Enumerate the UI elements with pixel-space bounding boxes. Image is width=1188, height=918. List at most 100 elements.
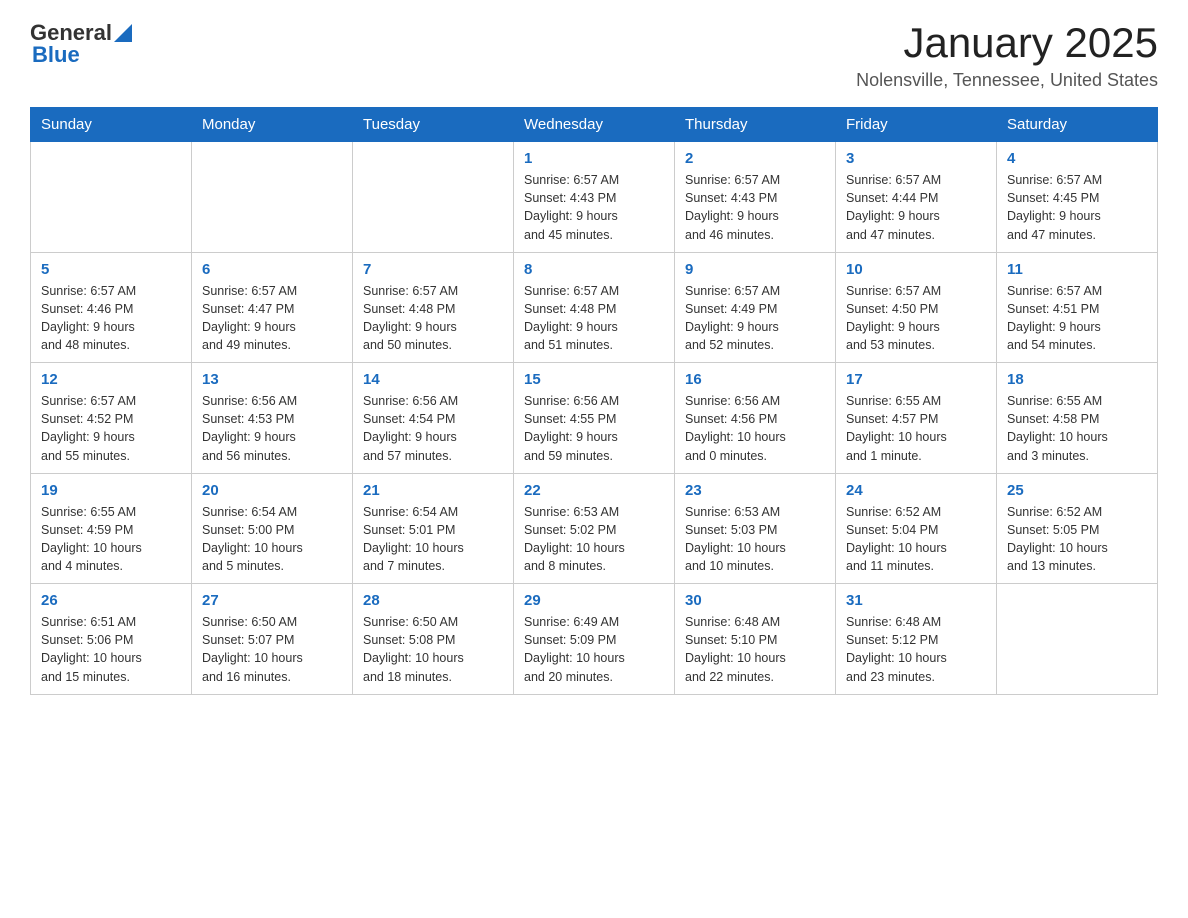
calendar-cell: 7 Sunrise: 6:57 AM Sunset: 4:48 PM Daylig… xyxy=(353,252,514,363)
day-number: 18 xyxy=(1007,371,1147,388)
calendar-cell: 18 Sunrise: 6:55 AM Sunset: 4:58 PM Dayli… xyxy=(997,363,1158,474)
day-info: Sunrise: 6:57 AM Sunset: 4:49 PM Dayligh… xyxy=(685,282,825,355)
day-info: Sunrise: 6:57 AM Sunset: 4:50 PM Dayligh… xyxy=(846,282,986,355)
logo-blue-text: Blue xyxy=(32,42,80,68)
calendar-cell: 5Sunrise: 6:57 AM Sunset: 4:46 PM Daylig… xyxy=(31,252,192,363)
day-info: Sunrise: 6:57 AM Sunset: 4:45 PM Dayligh… xyxy=(1007,171,1147,244)
week-row-5: 26 Sunrise: 6:51 AM Sunset: 5:06 PM Dayli… xyxy=(31,584,1158,695)
weekday-header-saturday: Saturday xyxy=(997,108,1158,142)
calendar-cell xyxy=(997,584,1158,695)
day-info: Sunrise: 6:51 AM Sunset: 5:06 PM Dayligh… xyxy=(41,613,181,686)
day-info: Sunrise: 6:57 AM Sunset: 4:51 PM Dayligh… xyxy=(1007,282,1147,355)
day-number: 31 xyxy=(846,592,986,609)
day-number: 30 xyxy=(685,592,825,609)
calendar-cell: 27 Sunrise: 6:50 AM Sunset: 5:07 PM Dayli… xyxy=(192,584,353,695)
day-info: Sunrise: 6:54 AM Sunset: 5:01 PM Dayligh… xyxy=(363,503,503,576)
weekday-header-tuesday: Tuesday xyxy=(353,108,514,142)
day-number: 21 xyxy=(363,482,503,499)
day-number: 23 xyxy=(685,482,825,499)
day-info: Sunrise: 6:56 AM Sunset: 4:54 PM Dayligh… xyxy=(363,392,503,465)
calendar-cell: 19Sunrise: 6:55 AM Sunset: 4:59 PM Dayli… xyxy=(31,473,192,584)
calendar-cell: 24Sunrise: 6:52 AM Sunset: 5:04 PM Dayli… xyxy=(836,473,997,584)
day-number: 12 xyxy=(41,371,181,388)
day-info: Sunrise: 6:49 AM Sunset: 5:09 PM Dayligh… xyxy=(524,613,664,686)
calendar-table: SundayMondayTuesdayWednesdayThursdayFrid… xyxy=(30,107,1158,695)
page-header: General Blue January 2025 Nolensville, T… xyxy=(30,20,1158,91)
calendar-cell: 21 Sunrise: 6:54 AM Sunset: 5:01 PM Dayli… xyxy=(353,473,514,584)
day-number: 2 xyxy=(685,150,825,167)
calendar-cell: 31 Sunrise: 6:48 AM Sunset: 5:12 PM Dayli… xyxy=(836,584,997,695)
location: Nolensville, Tennessee, United States xyxy=(856,70,1158,91)
day-info: Sunrise: 6:50 AM Sunset: 5:08 PM Dayligh… xyxy=(363,613,503,686)
day-number: 29 xyxy=(524,592,664,609)
calendar-cell: 14Sunrise: 6:56 AM Sunset: 4:54 PM Dayli… xyxy=(353,363,514,474)
title-section: January 2025 Nolensville, Tennessee, Uni… xyxy=(856,20,1158,91)
day-number: 25 xyxy=(1007,482,1147,499)
calendar-cell: 29 Sunrise: 6:49 AM Sunset: 5:09 PM Dayli… xyxy=(514,584,675,695)
day-info: Sunrise: 6:48 AM Sunset: 5:12 PM Dayligh… xyxy=(846,613,986,686)
day-number: 10 xyxy=(846,261,986,278)
day-number: 16 xyxy=(685,371,825,388)
day-number: 1 xyxy=(524,150,664,167)
day-number: 6 xyxy=(202,261,342,278)
day-number: 13 xyxy=(202,371,342,388)
calendar-cell: 12 Sunrise: 6:57 AM Sunset: 4:52 PM Dayli… xyxy=(31,363,192,474)
day-number: 20 xyxy=(202,482,342,499)
weekday-header-row: SundayMondayTuesdayWednesdayThursdayFrid… xyxy=(31,108,1158,142)
calendar-cell: 10 Sunrise: 6:57 AM Sunset: 4:50 PM Dayli… xyxy=(836,252,997,363)
logo: General Blue xyxy=(30,20,132,68)
day-number: 17 xyxy=(846,371,986,388)
weekday-header-wednesday: Wednesday xyxy=(514,108,675,142)
day-number: 27 xyxy=(202,592,342,609)
calendar-cell: 13 Sunrise: 6:56 AM Sunset: 4:53 PM Dayli… xyxy=(192,363,353,474)
month-title: January 2025 xyxy=(856,20,1158,66)
calendar-cell: 16Sunrise: 6:56 AM Sunset: 4:56 PM Dayli… xyxy=(675,363,836,474)
calendar-cell xyxy=(353,142,514,253)
calendar-cell: 25 Sunrise: 6:52 AM Sunset: 5:05 PM Dayli… xyxy=(997,473,1158,584)
calendar-cell: 22Sunrise: 6:53 AM Sunset: 5:02 PM Dayli… xyxy=(514,473,675,584)
day-number: 5 xyxy=(41,261,181,278)
day-info: Sunrise: 6:50 AM Sunset: 5:07 PM Dayligh… xyxy=(202,613,342,686)
calendar-cell: 26 Sunrise: 6:51 AM Sunset: 5:06 PM Dayli… xyxy=(31,584,192,695)
weekday-header-monday: Monday xyxy=(192,108,353,142)
calendar-cell: 2 Sunrise: 6:57 AM Sunset: 4:43 PM Daylig… xyxy=(675,142,836,253)
day-number: 8 xyxy=(524,261,664,278)
day-number: 28 xyxy=(363,592,503,609)
day-info: Sunrise: 6:55 AM Sunset: 4:57 PM Dayligh… xyxy=(846,392,986,465)
day-info: Sunrise: 6:57 AM Sunset: 4:48 PM Dayligh… xyxy=(524,282,664,355)
calendar-cell xyxy=(31,142,192,253)
day-info: Sunrise: 6:54 AM Sunset: 5:00 PM Dayligh… xyxy=(202,503,342,576)
day-number: 9 xyxy=(685,261,825,278)
calendar-cell: 23 Sunrise: 6:53 AM Sunset: 5:03 PM Dayli… xyxy=(675,473,836,584)
week-row-1: 1 Sunrise: 6:57 AM Sunset: 4:43 PM Daylig… xyxy=(31,142,1158,253)
day-number: 26 xyxy=(41,592,181,609)
day-info: Sunrise: 6:55 AM Sunset: 4:58 PM Dayligh… xyxy=(1007,392,1147,465)
calendar-cell: 4Sunrise: 6:57 AM Sunset: 4:45 PM Daylig… xyxy=(997,142,1158,253)
day-info: Sunrise: 6:57 AM Sunset: 4:52 PM Dayligh… xyxy=(41,392,181,465)
day-info: Sunrise: 6:57 AM Sunset: 4:48 PM Dayligh… xyxy=(363,282,503,355)
day-info: Sunrise: 6:52 AM Sunset: 5:04 PM Dayligh… xyxy=(846,503,986,576)
day-info: Sunrise: 6:57 AM Sunset: 4:43 PM Dayligh… xyxy=(685,171,825,244)
calendar-cell: 8 Sunrise: 6:57 AM Sunset: 4:48 PM Daylig… xyxy=(514,252,675,363)
day-info: Sunrise: 6:57 AM Sunset: 4:44 PM Dayligh… xyxy=(846,171,986,244)
day-number: 11 xyxy=(1007,261,1147,278)
day-number: 22 xyxy=(524,482,664,499)
day-number: 7 xyxy=(363,261,503,278)
day-info: Sunrise: 6:53 AM Sunset: 5:03 PM Dayligh… xyxy=(685,503,825,576)
calendar-cell: 9 Sunrise: 6:57 AM Sunset: 4:49 PM Daylig… xyxy=(675,252,836,363)
day-info: Sunrise: 6:52 AM Sunset: 5:05 PM Dayligh… xyxy=(1007,503,1147,576)
calendar-cell: 28 Sunrise: 6:50 AM Sunset: 5:08 PM Dayli… xyxy=(353,584,514,695)
day-number: 15 xyxy=(524,371,664,388)
day-info: Sunrise: 6:56 AM Sunset: 4:53 PM Dayligh… xyxy=(202,392,342,465)
logo-triangle-icon xyxy=(114,20,132,42)
calendar-cell: 11 Sunrise: 6:57 AM Sunset: 4:51 PM Dayli… xyxy=(997,252,1158,363)
calendar-cell xyxy=(192,142,353,253)
week-row-4: 19Sunrise: 6:55 AM Sunset: 4:59 PM Dayli… xyxy=(31,473,1158,584)
week-row-3: 12 Sunrise: 6:57 AM Sunset: 4:52 PM Dayli… xyxy=(31,363,1158,474)
calendar-cell: 15Sunrise: 6:56 AM Sunset: 4:55 PM Dayli… xyxy=(514,363,675,474)
calendar-cell: 30Sunrise: 6:48 AM Sunset: 5:10 PM Dayli… xyxy=(675,584,836,695)
weekday-header-friday: Friday xyxy=(836,108,997,142)
weekday-header-thursday: Thursday xyxy=(675,108,836,142)
day-info: Sunrise: 6:57 AM Sunset: 4:43 PM Dayligh… xyxy=(524,171,664,244)
day-info: Sunrise: 6:55 AM Sunset: 4:59 PM Dayligh… xyxy=(41,503,181,576)
